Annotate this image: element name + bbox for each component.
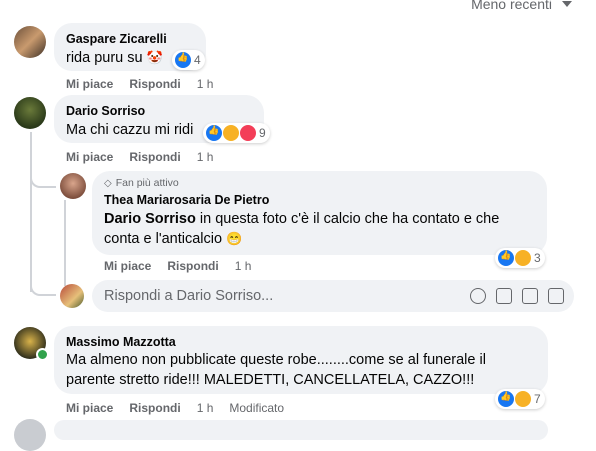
sticker-icon[interactable]: [548, 288, 564, 304]
clown-emoji: 🤡: [146, 50, 163, 65]
reply-placeholder: Rispondi a Dario Sorriso...: [104, 288, 274, 304]
comment-author[interactable]: Thea Mariarosaria De Pietro: [104, 193, 269, 207]
avatar[interactable]: [14, 97, 46, 129]
thread-line: [64, 200, 66, 286]
edited-label[interactable]: Modificato: [229, 401, 284, 415]
sad-reaction-icon: [514, 249, 532, 267]
comment-text-line1: in questa foto c'è il calcio che ha cont…: [195, 211, 500, 227]
reply-input[interactable]: Rispondi a Dario Sorriso...: [92, 280, 574, 312]
reaction-summary[interactable]: 3: [495, 248, 545, 268]
reply-tools: [470, 288, 574, 304]
thread-connector: [30, 280, 56, 296]
comment-actions: Mi piace Rispondi 1 h Modificato: [66, 401, 284, 415]
online-status-dot: [36, 348, 49, 361]
reaction-count: 4: [194, 53, 201, 67]
reaction-summary[interactable]: 4: [172, 50, 205, 70]
mention-link[interactable]: Dario Sorriso: [104, 211, 196, 227]
comment-text: rida puru su 🤡: [66, 48, 163, 68]
comment-text-body: rida puru su: [66, 50, 143, 66]
like-reaction-icon: [205, 124, 223, 142]
like-button[interactable]: Mi piace: [66, 77, 113, 91]
comment-author[interactable]: Dario Sorriso: [66, 104, 145, 118]
badge-row: ◇ Fan più attivo: [104, 177, 179, 189]
thread-connector: [30, 170, 56, 188]
love-reaction-icon: [239, 124, 257, 142]
reply-button[interactable]: Rispondi: [167, 259, 218, 273]
reply-button[interactable]: Rispondi: [129, 77, 180, 91]
like-reaction-icon: [497, 390, 515, 408]
reply-button[interactable]: Rispondi: [129, 150, 180, 164]
comment-text-line2: parente stretto ride!!! MALEDETTI, CANCE…: [66, 372, 475, 388]
timestamp[interactable]: 1 h: [197, 77, 214, 91]
comment-text: Ma almeno non pubblicate queste robe....…: [66, 350, 544, 390]
like-button[interactable]: Mi piace: [66, 150, 113, 164]
like-button[interactable]: Mi piace: [66, 401, 113, 415]
comment-text: Dario Sorriso in questa foto c'è il calc…: [104, 209, 544, 249]
diamond-icon: ◇: [104, 177, 112, 189]
sad-reaction-icon: [514, 390, 532, 408]
comment-text-line1: Ma almeno non pubblicate queste robe....…: [66, 352, 486, 368]
comment-author[interactable]: Gaspare Zicarelli: [66, 32, 167, 46]
gif-icon[interactable]: [522, 288, 538, 304]
timestamp[interactable]: 1 h: [197, 401, 214, 415]
reply-button[interactable]: Rispondi: [129, 401, 180, 415]
grin-emoji: 😁: [226, 231, 243, 246]
avatar[interactable]: [14, 26, 46, 58]
comment-actions: Mi piace Rispondi 1 h: [104, 259, 251, 273]
like-button[interactable]: Mi piace: [104, 259, 151, 273]
comment-text-line2: conta e l'anticalcio: [104, 231, 223, 247]
reaction-count: 7: [534, 392, 541, 406]
timestamp[interactable]: 1 h: [235, 259, 252, 273]
comment-actions: Mi piace Rispondi 1 h: [66, 77, 213, 91]
like-reaction-icon: [174, 51, 192, 69]
top-fan-badge: Fan più attivo: [115, 177, 179, 189]
camera-icon[interactable]: [496, 288, 512, 304]
emoji-icon[interactable]: [470, 288, 486, 304]
avatar[interactable]: [14, 419, 46, 451]
reaction-summary[interactable]: 9: [203, 123, 270, 143]
reaction-count: 3: [534, 251, 541, 265]
comment-text: Ma chi cazzu mi ridi: [66, 122, 194, 138]
comment-actions: Mi piace Rispondi 1 h: [66, 150, 213, 164]
sort-dropdown[interactable]: Meno recenti: [471, 0, 572, 12]
chevron-down-icon: [562, 1, 572, 7]
reaction-count: 9: [259, 126, 266, 140]
avatar: [60, 284, 84, 308]
comment-bubble: [54, 420, 548, 440]
reply-bubble: ◇ Fan più attivo Thea Mariarosaria De Pi…: [92, 171, 547, 255]
thread-line: [30, 132, 32, 292]
timestamp[interactable]: 1 h: [197, 150, 214, 164]
comment-author[interactable]: Massimo Mazzotta: [66, 335, 176, 349]
sort-label: Meno recenti: [471, 0, 552, 12]
haha-reaction-icon: [222, 124, 240, 142]
reaction-summary[interactable]: 7: [495, 389, 545, 409]
avatar[interactable]: [60, 173, 86, 199]
like-reaction-icon: [497, 249, 515, 267]
comment-bubble: Massimo Mazzotta Ma almeno non pubblicat…: [54, 326, 548, 394]
